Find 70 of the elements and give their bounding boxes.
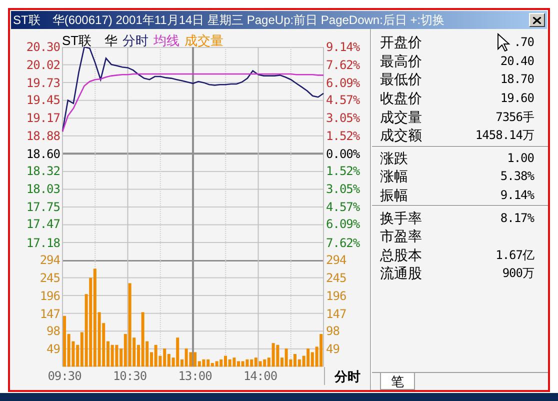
info-label: 流通股 [380, 266, 422, 280]
info-label: 市盈率 [380, 229, 422, 244]
axis-label: 4.57% [326, 92, 360, 110]
info-label: 总股本 [380, 248, 422, 262]
axis-label: 6.09% [326, 216, 360, 234]
axis-label: 7.62% [326, 234, 360, 252]
info-label: 涨跌 [380, 150, 408, 165]
info-value: 9.14% [500, 189, 534, 202]
time-label: 10:30 [112, 368, 148, 385]
info-label: 换手率 [380, 210, 422, 225]
axis-label: 98 [326, 323, 340, 340]
axis-label: 20.02 [26, 56, 60, 74]
axis-label: 49 [46, 341, 60, 358]
info-value: 1.00 [507, 152, 534, 164]
axis-label: 147 [326, 306, 346, 323]
axis-label: 0.00% [326, 146, 360, 163]
info-value: 19.60 [500, 92, 534, 104]
axis-label: 3.05% [326, 181, 360, 198]
axis-label: 1.52% [326, 163, 360, 180]
axis-label: 17.75 [26, 198, 60, 216]
axis-label: 9.14% [326, 39, 360, 56]
axis-label: 245 [326, 270, 346, 288]
info-value: 1.67亿 [496, 248, 534, 261]
axis-label: 19.45 [26, 92, 60, 110]
info-label: 开盘价 [380, 35, 422, 50]
info-value: 900万 [502, 267, 534, 280]
info-value: 20.40 [500, 54, 534, 67]
axis-label: 19.73 [26, 74, 60, 92]
info-label: 成交量 [380, 110, 422, 124]
info-value: 18.70 [500, 73, 534, 86]
axis-label: 1.52% [326, 128, 360, 145]
info-value: 1458.14万 [475, 129, 534, 142]
axis-label: 196 [40, 288, 60, 305]
info-label: 振幅 [380, 188, 408, 202]
axis-label: 4.57% [326, 198, 360, 216]
time-label: 14:00 [242, 368, 278, 385]
axis-label: 294 [326, 252, 346, 270]
axis-label: 19.17 [26, 110, 60, 127]
axis-label: 294 [40, 252, 60, 270]
info-value: .70 [514, 36, 534, 48]
axis-label: 17.18 [26, 234, 60, 252]
time-label: 13:00 [177, 368, 213, 385]
info-value: 5.38% [500, 170, 534, 182]
axis-label: 147 [40, 306, 60, 323]
legend-label: 均线 [154, 34, 180, 47]
axis-label: 3.05% [326, 110, 360, 127]
axis-label: 98 [46, 323, 60, 340]
stock-name: ST联 华 [62, 34, 118, 47]
axis-label: 245 [40, 270, 60, 288]
info-label: 最低价 [380, 72, 422, 86]
axis-label: 196 [326, 288, 346, 305]
info-value: 7356手 [496, 110, 534, 123]
legend-label: 成交量 [184, 34, 224, 47]
info-label: 涨幅 [380, 169, 408, 184]
axis-label: 49 [326, 341, 340, 358]
axis-label: 18.88 [26, 128, 60, 145]
info-label: 最高价 [380, 54, 422, 68]
time-label: 09:30 [46, 368, 82, 385]
info-label: 收盘价 [380, 91, 422, 106]
axis-label: 7.62% [326, 56, 360, 74]
axis-label: 20.30 [26, 39, 60, 56]
axis-label: 17.47 [26, 216, 60, 234]
info-value: 8.17% [500, 212, 534, 224]
axis-label: 18.60 [26, 146, 60, 163]
axis-label: 18.32 [26, 163, 60, 180]
axis-label: 18.03 [26, 181, 60, 198]
info-label: 成交额 [380, 128, 422, 142]
window-title: ST联 华(600617) 2001年11月14日 星期三 PageUp:前日 PageDown:后日 +:切换 [13, 14, 445, 26]
axis-label: 6.09% [326, 74, 360, 92]
legend-label: 分时 [122, 34, 149, 47]
